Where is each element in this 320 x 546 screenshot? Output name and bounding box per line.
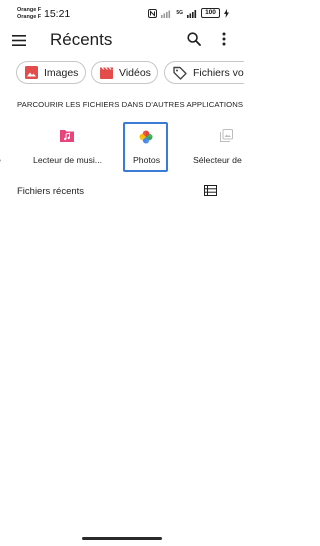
signal-strong-icon xyxy=(187,9,197,18)
carrier-line-2: Orange F xyxy=(17,13,42,20)
filter-chips: Images Vidéos Fichiers volu xyxy=(0,61,244,85)
list-view-icon[interactable] xyxy=(204,185,217,196)
photos-pinwheel-icon[interactable] xyxy=(138,129,154,145)
app-bar: Récents xyxy=(0,26,244,56)
recent-files-title: Fichiers récents xyxy=(17,186,85,197)
app-item-label-music[interactable]: Lecteur de musi... xyxy=(33,155,102,165)
movie-icon xyxy=(100,66,113,79)
chip-images[interactable]: Images xyxy=(16,61,86,84)
chip-label: Vidéos xyxy=(119,66,151,79)
chip-label: Fichiers volu xyxy=(193,66,244,79)
chip-large-files[interactable]: Fichiers volu xyxy=(164,61,244,84)
menu-icon[interactable] xyxy=(12,35,26,46)
battery-icon: 100 xyxy=(201,8,220,18)
app-item-label-photos[interactable]: Photos xyxy=(133,155,160,165)
carrier-label: Orange F Orange F xyxy=(17,7,41,20)
nfc-icon xyxy=(148,8,158,18)
battery-level: 100 xyxy=(205,9,216,16)
apps-carousel[interactable]: e Lecteur de musi... Photos Sélecteur de xyxy=(0,120,244,176)
status-icons: 5G 100 xyxy=(148,8,229,18)
chip-label: Images xyxy=(44,66,79,79)
app-item-label-selector[interactable]: Sélecteur de xyxy=(193,155,242,165)
signal-icon xyxy=(161,10,171,18)
search-icon[interactable] xyxy=(187,32,201,46)
section-title: PARCOURIR LES FICHIERS DANS D'AUTRES APP… xyxy=(17,100,244,109)
music-player-icon[interactable] xyxy=(59,128,75,144)
app-item-partial-label[interactable]: e xyxy=(0,155,1,165)
clock: 15:21 xyxy=(44,8,71,20)
image-icon xyxy=(25,66,38,79)
file-selector-icon[interactable] xyxy=(220,129,233,142)
more-vert-icon[interactable] xyxy=(222,32,226,46)
status-bar: Orange F Orange F 15:21 5G 100 xyxy=(0,0,244,26)
page-title: Récents xyxy=(50,30,113,49)
home-indicator[interactable] xyxy=(82,537,162,540)
tag-icon xyxy=(173,66,187,80)
carrier-line-1: Orange F xyxy=(17,7,42,13)
charging-icon xyxy=(224,8,229,18)
network-type-label: 5G xyxy=(176,9,183,16)
chip-videos[interactable]: Vidéos xyxy=(91,61,158,84)
